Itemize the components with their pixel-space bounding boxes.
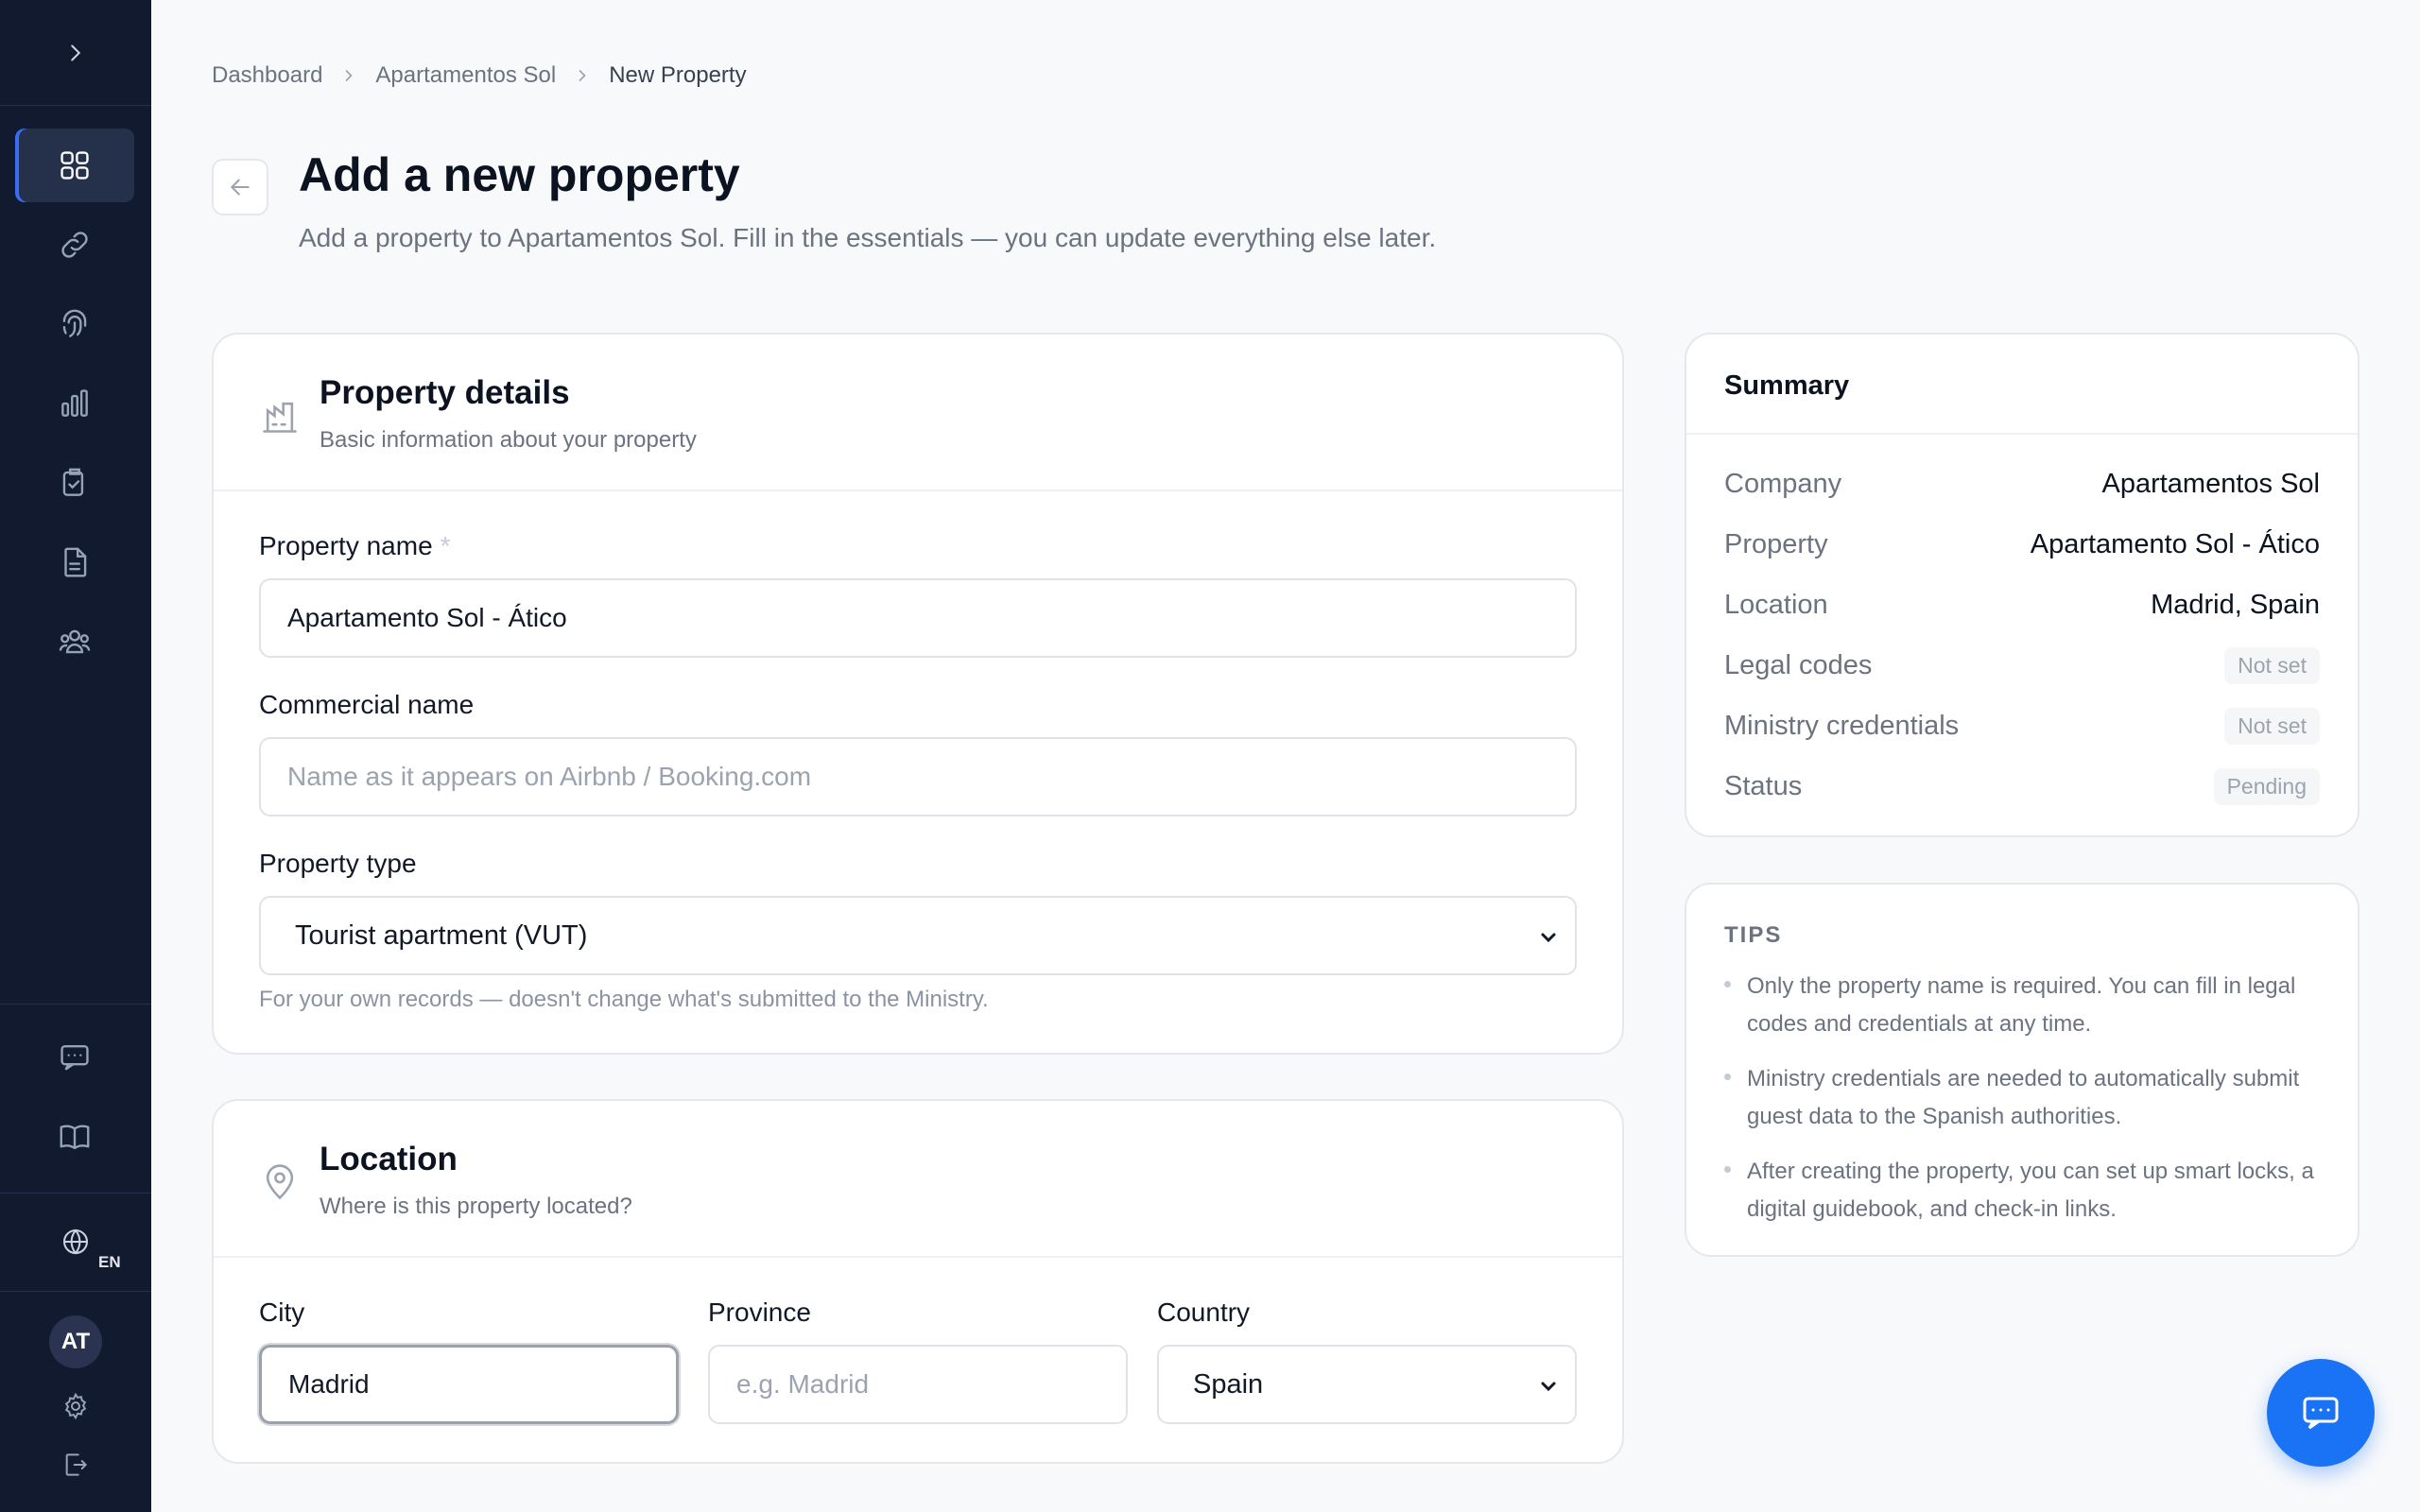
card-header: Location Where is this property located? [214,1101,1622,1258]
commercial-name-label: Commercial name [259,690,475,719]
province-label: Province [708,1297,811,1327]
property-type-value: Tourist apartment (VUT) [295,919,588,951]
book-icon [60,1125,90,1150]
bar-chart-icon [61,389,88,417]
sidebar-divider [0,1193,151,1194]
property-name-input[interactable]: Apartamento Sol - Ático [259,578,1577,658]
country-value: Spain [1193,1368,1264,1400]
page-title: Add a new property [299,148,740,201]
page-subtitle: Add a property to Apartamentos Sol. Fill… [299,223,1437,252]
back-button[interactable] [212,159,268,215]
sidebar-expand-button[interactable] [0,0,151,106]
sidebar-item-analytics[interactable] [15,367,134,440]
city-input[interactable]: Madrid [259,1345,679,1424]
logout-icon [65,1453,88,1476]
globe-icon [63,1228,88,1255]
chat-icon [2303,1397,2339,1430]
breadcrumb: Dashboard Apartamentos Sol New Property [212,60,747,91]
card-title: Property details [320,374,570,411]
property-details-card: Property details Basic information about… [212,333,1624,1055]
sidebar-divider [0,1291,151,1292]
chat-icon [60,1044,89,1071]
chat-support-button[interactable] [2267,1359,2375,1467]
chevron-right-icon [579,70,586,81]
status-badge: Not set [2224,707,2320,745]
city-label: City [259,1297,305,1327]
summary-key: Ministry credentials [1724,710,1960,741]
tips-card: TIPS Only the property name is required.… [1685,883,2360,1257]
clipboard-check-icon [62,468,84,496]
location-card: Location Where is this property located?… [212,1099,1624,1464]
card-subtitle: Basic information about your property [320,427,697,453]
summary-key: Status [1724,770,1803,801]
sidebar-item-documents[interactable] [15,525,134,599]
settings-icon [64,1392,87,1420]
card-subtitle: Where is this property located? [320,1194,632,1219]
country-label: Country [1157,1297,1251,1327]
building-icon [263,402,297,433]
arrow-left-icon [230,179,250,196]
sidebar-item-checkins[interactable] [15,446,134,520]
property-type-select[interactable]: Tourist apartment (VUT) [259,896,1577,975]
property-name-label: Property name * [259,531,451,561]
summary-row-property: Property Apartamento Sol - Ático [1724,525,2320,563]
chevron-right-icon [71,44,81,60]
property-type-hint: For your own records — doesn't change wh… [259,987,989,1012]
summary-row-company: Company Apartamentos Sol [1724,465,2320,503]
property-type-label: Property type [259,849,417,878]
sidebar-item-dashboard[interactable] [15,129,134,202]
avatar[interactable]: AT [49,1315,102,1368]
summary-title: Summary [1724,370,1850,401]
summary-row-legal-codes: Legal codes Not set [1724,646,2320,684]
sidebar-item-support-chat[interactable] [15,1021,134,1094]
settings-button[interactable] [57,1387,95,1425]
summary-row-status: Status Pending [1724,767,2320,805]
card-header: Property details Basic information about… [214,335,1622,491]
summary-value: Apartamento Sol - Ático [2030,528,2320,559]
summary-key: Company [1724,468,1842,499]
summary-key: Location [1724,589,1828,620]
sidebar-item-links[interactable] [15,208,134,282]
grid-icon [60,151,89,180]
language-label: EN [98,1253,121,1271]
sidebar-item-identity[interactable] [15,287,134,361]
chevron-down-icon [1541,933,1556,943]
chevron-down-icon [1541,1382,1556,1392]
tip-item: Ministry credentials are needed to autom… [1724,1060,2320,1136]
document-icon [64,547,87,577]
summary-value: Madrid, Spain [2151,589,2320,620]
chevron-right-icon [346,70,354,81]
status-badge: Pending [2213,767,2320,805]
users-icon [59,629,91,654]
tip-item: Only the property name is required. You … [1724,968,2320,1043]
summary-key: Property [1724,528,1828,559]
tip-item: After creating the property, you can set… [1724,1153,2320,1228]
link-icon [61,232,88,258]
required-marker: * [440,531,451,560]
language-switcher[interactable] [57,1223,95,1261]
summary-card: Summary Company Apartamentos Sol Propert… [1685,333,2360,837]
commercial-name-input[interactable]: Name as it appears on Airbnb / Booking.c… [259,737,1577,816]
breadcrumb-current: New Property [609,62,747,88]
status-badge: Not set [2224,646,2320,684]
property-name-label-text: Property name [259,531,433,560]
tips-title: TIPS [1724,922,1783,948]
province-input[interactable]: e.g. Madrid [708,1345,1128,1424]
card-title: Location [320,1141,458,1177]
summary-key: Legal codes [1724,649,1873,680]
sidebar-divider [0,1004,151,1005]
fingerprint-icon [62,309,87,337]
breadcrumb-company[interactable]: Apartamentos Sol [375,62,556,89]
logout-button[interactable] [57,1446,95,1484]
summary-value: Apartamentos Sol [2101,468,2320,499]
summary-row-ministry-credentials: Ministry credentials Not set [1724,707,2320,745]
sidebar-item-guests[interactable] [15,605,134,679]
sidebar: EN AT [0,0,151,1512]
sidebar-item-guides[interactable] [15,1100,134,1174]
map-pin-icon [266,1164,294,1200]
country-select[interactable]: Spain [1157,1345,1577,1424]
breadcrumb-dashboard[interactable]: Dashboard [212,62,322,89]
summary-divider [1686,433,2358,435]
summary-row-location: Location Madrid, Spain [1724,586,2320,624]
